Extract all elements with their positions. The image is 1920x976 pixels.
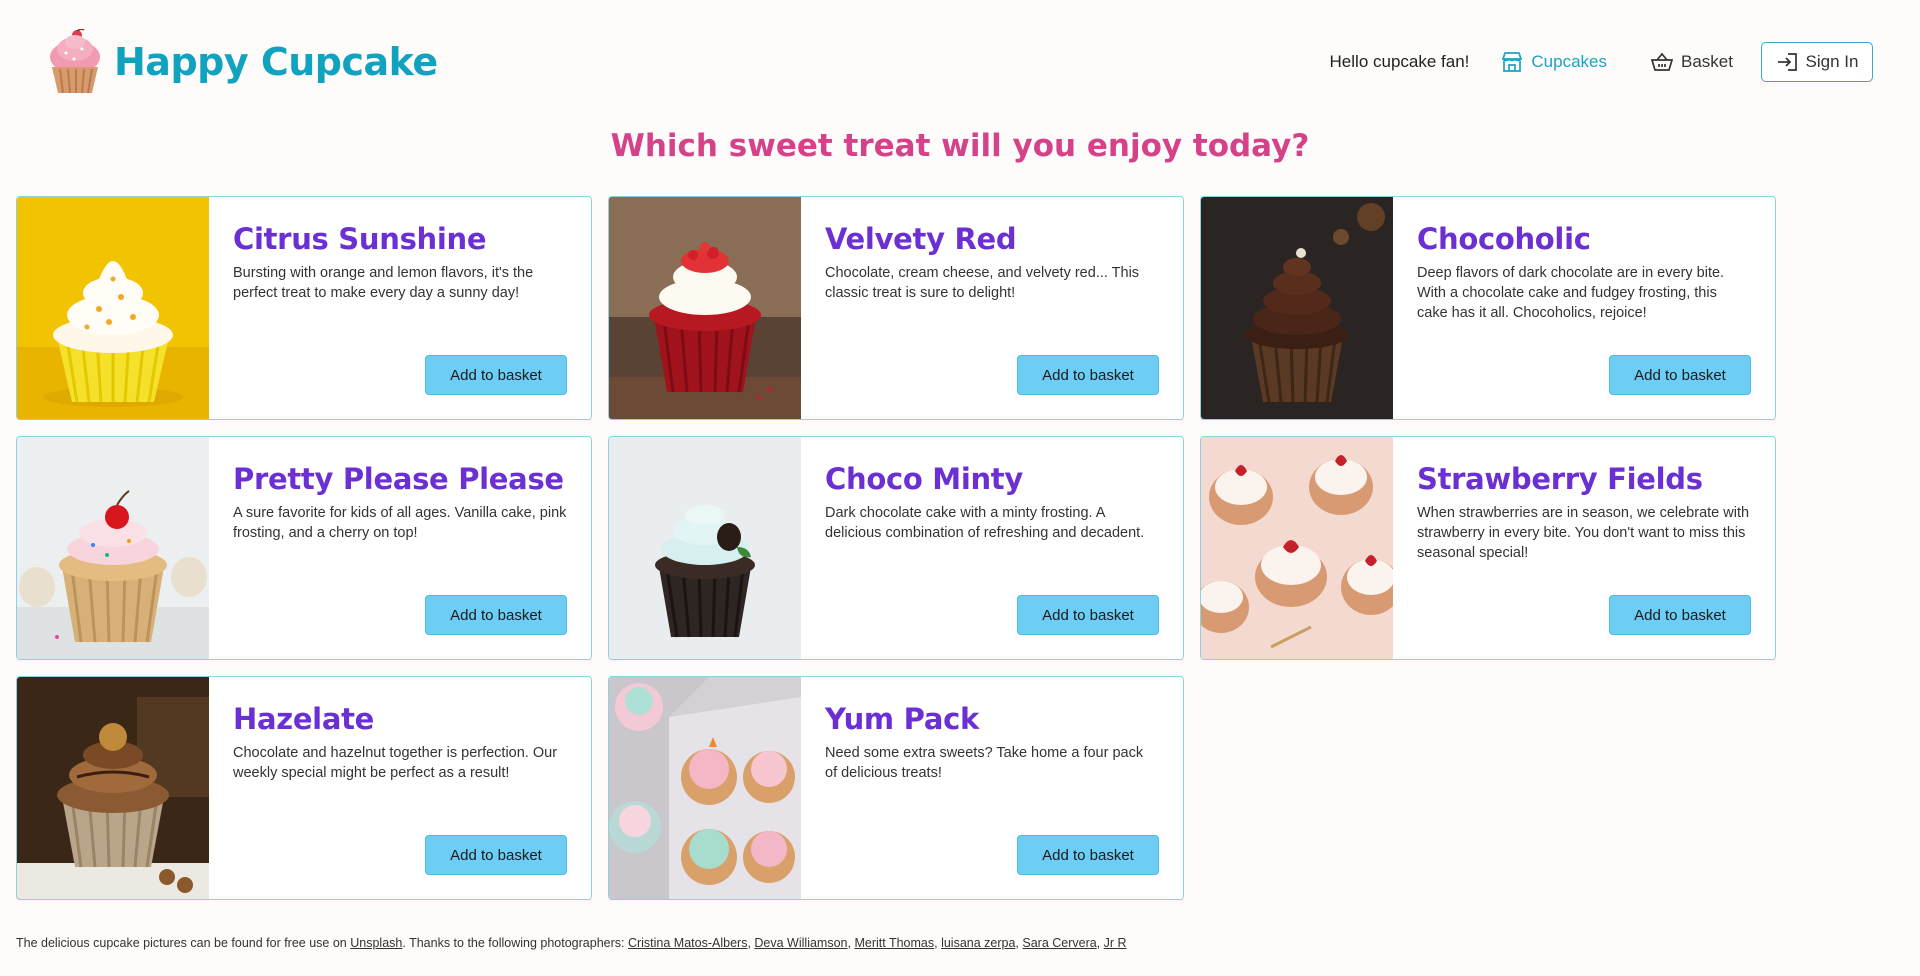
product-card: Citrus Sunshine Bursting with orange and… [16,196,592,420]
basket-icon [1651,52,1674,72]
product-description: Chocolate and hazelnut together is perfe… [233,745,558,781]
product-image-hazelate [17,677,209,899]
product-name: Choco Minty [825,462,1023,496]
add-to-basket-button[interactable]: Add to basket [1017,835,1159,875]
product-description: Bursting with orange and lemon flavors, … [233,265,534,301]
add-to-basket-button[interactable]: Add to basket [1017,355,1159,395]
photographer-link[interactable]: luisana zerpa [941,936,1015,950]
nav-basket-label: Basket [1681,52,1733,71]
product-card-body: Pretty Please Please A sure favorite for… [233,461,567,643]
product-image-velvety-red [609,197,801,419]
add-to-basket-button[interactable]: Add to basket [1017,595,1159,635]
site-header: Happy Cupcake Hello cupcake fan! Cupcake… [0,0,1920,124]
product-description: When strawberries are in season, we cele… [1417,505,1750,561]
product-card-body: Hazelate Chocolate and hazelnut together… [233,701,567,883]
footer-text: . Thanks to the following photographers: [402,936,628,950]
sign-in-icon [1776,52,1798,72]
add-to-basket-button[interactable]: Add to basket [425,835,567,875]
product-name: Pretty Please Please [233,462,564,496]
photographer-link[interactable]: Sara Cervera [1022,936,1096,950]
product-image-pretty-please-please [17,437,209,659]
product-card-body: Citrus Sunshine Bursting with orange and… [233,221,567,403]
product-image-chocoholic [1201,197,1393,419]
brand-name: Happy Cupcake [114,40,438,84]
sign-in-button[interactable]: Sign In [1761,42,1873,82]
product-image-strawberry-fields [1201,437,1393,659]
product-card-body: Velvety Red Chocolate, cream cheese, and… [825,221,1159,403]
photographer-link[interactable]: Cristina Matos-Albers [628,936,747,950]
photographer-link[interactable]: Meritt Thomas [854,936,934,950]
product-grid: Citrus Sunshine Bursting with orange and… [16,196,1776,900]
product-card: Chocoholic Deep flavors of dark chocolat… [1200,196,1776,420]
photographer-link[interactable]: Deva Williamson [754,936,847,950]
product-name: Velvety Red [825,222,1017,256]
product-card: Choco Minty Dark chocolate cake with a m… [608,436,1184,660]
product-description: A sure favorite for kids of all ages. Va… [233,505,567,541]
unsplash-link[interactable]: Unsplash [350,936,402,950]
nav-cupcakes-link[interactable]: Cupcakes [1501,52,1607,72]
sign-in-label: Sign In [1805,52,1859,71]
brand-logo[interactable]: Happy Cupcake [46,28,438,96]
product-card-body: Strawberry Fields When strawberries are … [1417,461,1751,643]
product-card-body: Choco Minty Dark chocolate cake with a m… [825,461,1159,643]
photo-credits-footer: The delicious cupcake pictures can be fo… [16,936,1127,950]
photographer-link[interactable]: Jr R [1104,936,1127,950]
product-image-choco-minty [609,437,801,659]
nav-cupcakes-label: Cupcakes [1531,52,1608,71]
nav-basket-link[interactable]: Basket [1651,52,1733,72]
product-card: Yum Pack Need some extra sweets? Take ho… [608,676,1184,900]
product-name: Hazelate [233,702,375,736]
add-to-basket-button[interactable]: Add to basket [1609,355,1751,395]
store-icon [1501,52,1523,72]
add-to-basket-button[interactable]: Add to basket [425,595,567,635]
product-name: Strawberry Fields [1417,462,1703,496]
greeting-text: Hello cupcake fan! [1329,52,1470,71]
page-title: Which sweet treat will you enjoy today? [610,128,1310,164]
add-to-basket-button[interactable]: Add to basket [1609,595,1751,635]
product-description: Chocolate, cream cheese, and velvety red… [825,265,1140,301]
product-image-citrus-sunshine [17,197,209,419]
add-to-basket-button[interactable]: Add to basket [425,355,567,395]
product-card-body: Yum Pack Need some extra sweets? Take ho… [825,701,1159,883]
product-image-yum-pack [609,677,801,899]
product-card: Hazelate Chocolate and hazelnut together… [16,676,592,900]
product-card: Strawberry Fields When strawberries are … [1200,436,1776,660]
product-description: Dark chocolate cake with a minty frostin… [825,505,1145,541]
cupcake-logo-icon [46,28,104,95]
product-name: Citrus Sunshine [233,222,487,256]
product-name: Yum Pack [825,702,979,736]
product-card: Velvety Red Chocolate, cream cheese, and… [608,196,1184,420]
product-card: Pretty Please Please A sure favorite for… [16,436,592,660]
footer-text: The delicious cupcake pictures can be fo… [16,936,351,950]
product-description: Deep flavors of dark chocolate are in ev… [1417,265,1725,321]
product-card-body: Chocoholic Deep flavors of dark chocolat… [1417,221,1751,403]
product-name: Chocoholic [1417,222,1591,256]
product-description: Need some extra sweets? Take home a four… [825,745,1144,781]
main-nav: Hello cupcake fan! Cupcakes Basket Sign … [1330,42,1873,82]
